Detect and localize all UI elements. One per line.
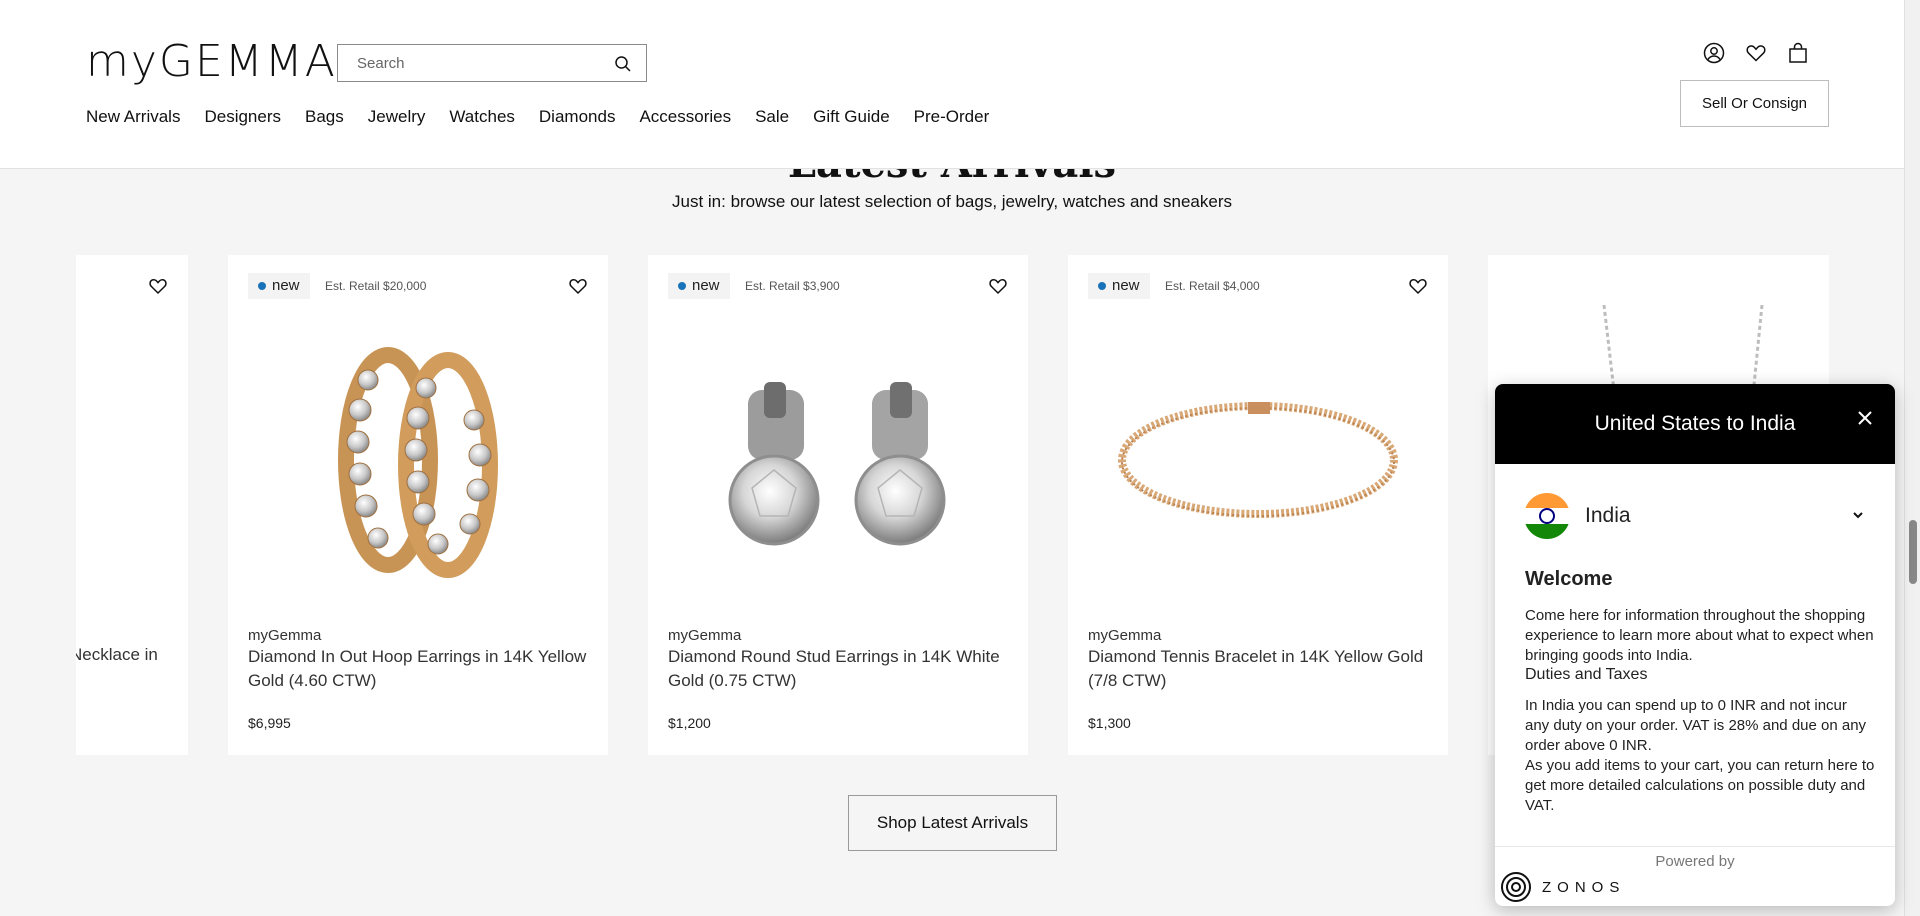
product-name[interactable]: Diamond In Out Hoop Earrings in 14K Yell… — [248, 645, 588, 693]
product-price: $1,300 — [1088, 715, 1131, 731]
main-nav: New Arrivals Designers Bags Jewelry Watc… — [86, 107, 1013, 127]
nav-designers[interactable]: Designers — [204, 107, 281, 127]
product-price: $6,995 — [248, 715, 291, 731]
product-name[interactable]: Diamond Round Stud Earrings in 14K White… — [668, 645, 1008, 693]
product-card[interactable]: new Est. Retail $20,000 myGemma Diamond … — [228, 255, 608, 755]
product-name[interactable]: Necklace in — [76, 645, 158, 665]
modal-header: United States to India — [1495, 384, 1895, 464]
heart-icon[interactable] — [148, 276, 168, 296]
zonos-wordmark: ZONOS — [1542, 878, 1626, 896]
nav-jewelry[interactable]: Jewelry — [368, 107, 426, 127]
modal-title: United States to India — [1594, 412, 1796, 435]
bag-icon[interactable] — [1787, 42, 1809, 64]
section-subtitle: Just in: browse our latest selection of … — [671, 192, 1233, 211]
heart-icon[interactable] — [1408, 276, 1428, 296]
shop-latest-arrivals-button[interactable]: Shop Latest Arrivals — [848, 795, 1057, 851]
product-card-partial-left[interactable]: Necklace in — [76, 255, 188, 755]
nav-bags[interactable]: Bags — [305, 107, 344, 127]
sell-or-consign-button[interactable]: Sell Or Consign — [1680, 80, 1829, 127]
chevron-down-icon[interactable] — [1852, 509, 1864, 521]
product-price: $1,200 — [668, 715, 711, 731]
product-image-stud-earrings[interactable] — [668, 310, 1008, 610]
cart-text: As you add items to your cart, you can r… — [1525, 757, 1875, 814]
new-badge: new — [248, 273, 310, 299]
duties-text: In India you can spend up to 0 INR and n… — [1525, 697, 1867, 754]
product-image-tennis-bracelet[interactable] — [1088, 310, 1428, 610]
duties-heading: Duties and Taxes — [1525, 666, 1648, 683]
product-card[interactable]: new Est. Retail $3,900 myGemma Diamond R… — [648, 255, 1028, 755]
header-icons — [1703, 42, 1809, 64]
powered-by-label: Powered by — [1655, 853, 1735, 870]
country-name: India — [1585, 504, 1631, 527]
search-icon[interactable] — [614, 55, 632, 73]
search-input[interactable] — [338, 45, 588, 81]
nav-pre-order[interactable]: Pre-Order — [914, 107, 990, 127]
duties-text-block: In India you can spend up to 0 INR and n… — [1525, 696, 1875, 816]
heart-icon[interactable] — [988, 276, 1008, 296]
product-image-hoop-earrings[interactable] — [248, 310, 588, 610]
modal-footer: Powered by ZONOS — [1495, 846, 1895, 906]
product-brand: myGemma — [668, 627, 742, 644]
search-box[interactable] — [337, 44, 647, 82]
nav-diamonds[interactable]: Diamonds — [539, 107, 616, 127]
international-shipping-modal: United States to India India Welcome Com… — [1495, 384, 1895, 906]
nav-accessories[interactable]: Accessories — [639, 107, 731, 127]
nav-new-arrivals[interactable]: New Arrivals — [86, 107, 180, 127]
country-select[interactable]: India — [1524, 492, 1864, 540]
nav-sale[interactable]: Sale — [755, 107, 789, 127]
zonos-logo-icon — [1501, 872, 1531, 902]
heart-icon[interactable] — [568, 276, 588, 296]
welcome-text: Come here for information throughout the… — [1525, 607, 1874, 664]
product-brand: myGemma — [248, 627, 322, 644]
page-scrollbar[interactable] — [1904, 0, 1920, 916]
welcome-heading: Welcome — [1525, 568, 1613, 590]
est-retail-price: Est. Retail $20,000 — [325, 279, 427, 293]
est-retail-price: Est. Retail $4,000 — [1165, 279, 1260, 293]
new-badge: new — [668, 273, 730, 299]
product-name[interactable]: Diamond Tennis Bracelet in 14K Yellow Go… — [1088, 645, 1428, 693]
product-card[interactable]: new Est. Retail $4,000 myGemma Diamond T… — [1068, 255, 1448, 755]
scrollbar-thumb[interactable] — [1909, 520, 1917, 584]
wishlist-heart-icon[interactable] — [1745, 42, 1767, 64]
account-icon[interactable] — [1703, 42, 1725, 64]
logo[interactable]: myGEMMA — [86, 36, 337, 87]
close-icon[interactable] — [1855, 408, 1875, 428]
nav-watches[interactable]: Watches — [449, 107, 515, 127]
site-header: myGEMMA New Arrivals Designers Bags Jewe… — [0, 0, 1904, 169]
nav-gift-guide[interactable]: Gift Guide — [813, 107, 890, 127]
est-retail-price: Est. Retail $3,900 — [745, 279, 840, 293]
zonos-logo[interactable]: ZONOS — [1500, 871, 1625, 903]
product-brand: myGemma — [1088, 627, 1162, 644]
new-badge: new — [1088, 273, 1150, 299]
india-flag-icon — [1524, 493, 1570, 539]
